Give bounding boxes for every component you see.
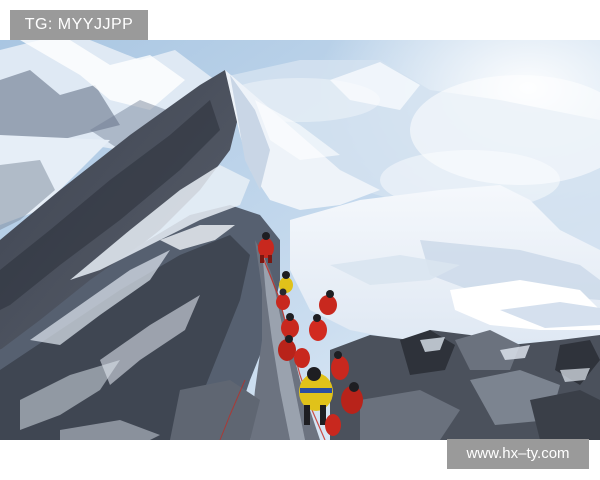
climber-8 [294, 348, 310, 368]
watermark-bottom-right: www.hx–ty.com [447, 439, 589, 469]
watermark-top-left: TG: MYYJJPP [10, 10, 148, 40]
summit-photo [0, 40, 600, 440]
climber-12 [325, 414, 341, 436]
